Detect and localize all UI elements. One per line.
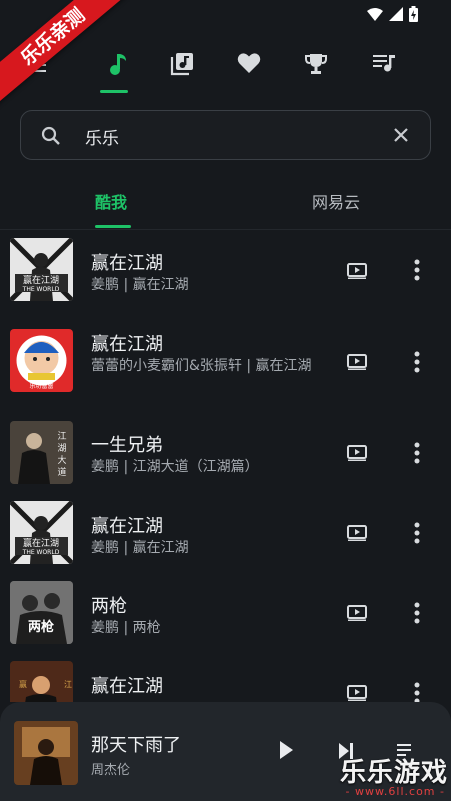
mini-player[interactable]: 那天下雨了 周杰伦 <box>0 702 451 801</box>
svg-text:江: 江 <box>64 680 72 689</box>
song-row[interactable]: 赢 江 赢在江湖 <box>0 652 451 702</box>
queue-icon[interactable] <box>397 742 417 760</box>
song-title: 一生兄弟 <box>91 435 163 456</box>
tab-netease[interactable]: 网易云 <box>312 189 360 213</box>
search-box <box>20 110 431 160</box>
song-row[interactable]: 赢在江湖 THE WORLD 赢在江湖 姜鹏 | 赢在江湖 <box>0 232 451 312</box>
svg-text:赢在江湖: 赢在江湖 <box>23 274 59 286</box>
song-subtitle: 蕾蕾的小麦霸们&张振轩 | 赢在江湖 <box>91 358 312 374</box>
tabs-divider <box>0 229 451 230</box>
playlist-icon <box>373 55 395 72</box>
svg-text:THE WORLD: THE WORLD <box>22 286 60 293</box>
song-list: 赢在江湖 THE WORLD 赢在江湖 姜鹏 | 赢在江湖 乐坊蕾蕾 赢在江湖 … <box>0 232 451 702</box>
song-title: 赢在江湖 <box>91 676 163 697</box>
nav-tab-active-indicator <box>100 90 128 93</box>
nav-tab-library[interactable] <box>160 48 204 94</box>
svg-text:两枪: 两枪 <box>28 619 54 635</box>
status-icons <box>367 6 418 22</box>
trophy-icon <box>305 54 327 74</box>
more-options-icon[interactable] <box>410 441 424 465</box>
more-options-icon[interactable] <box>410 350 424 374</box>
source-tabs: 酷我 网易云 <box>0 175 451 231</box>
clear-search-icon[interactable] <box>392 126 410 144</box>
svg-text:道: 道 <box>57 466 66 478</box>
svg-text:湖: 湖 <box>57 443 66 454</box>
album-cover: 赢 江 <box>10 661 73 702</box>
source-tab-indicator <box>95 225 131 228</box>
wifi-icon <box>367 7 383 21</box>
album-cover: 赢在江湖 THE WORLD <box>10 501 73 564</box>
svg-text:赢在江湖: 赢在江湖 <box>23 537 59 549</box>
song-subtitle: 姜鹏 | 赢在江湖 <box>91 277 189 293</box>
tab-kuwo[interactable]: 酷我 <box>95 189 127 213</box>
nav-tab-music[interactable] <box>96 48 140 94</box>
album-cover: 江 湖 大 道 <box>10 421 73 484</box>
mv-play-icon[interactable] <box>347 354 367 370</box>
album-cover: 乐坊蕾蕾 <box>10 329 73 392</box>
song-row[interactable]: 两枪 两枪 姜鹏 | 两枪 <box>0 572 451 652</box>
song-subtitle: 姜鹏 | 赢在江湖 <box>91 540 189 556</box>
play-icon[interactable] <box>278 740 294 760</box>
song-subtitle: 姜鹏 | 两枪 <box>91 620 161 636</box>
battery-icon <box>409 6 418 22</box>
music-note-icon <box>110 54 126 75</box>
cellular-signal-icon <box>389 7 403 21</box>
more-options-icon[interactable] <box>410 258 424 282</box>
top-nav <box>0 40 451 94</box>
song-title: 两枪 <box>91 596 127 617</box>
song-row[interactable]: 江 湖 大 道 一生兄弟 姜鹏 | 江湖大道（江湖篇） <box>0 412 451 492</box>
mv-play-icon[interactable] <box>347 525 367 541</box>
svg-text:赢: 赢 <box>19 679 27 689</box>
mv-play-icon[interactable] <box>347 685 367 701</box>
song-row[interactable]: 乐坊蕾蕾 赢在江湖 蕾蕾的小麦霸们&张振轩 | 赢在江湖 <box>0 312 451 412</box>
nav-tab-playlists[interactable] <box>362 48 406 94</box>
svg-text:THE WORLD: THE WORLD <box>22 549 60 556</box>
nav-tab-leaderboard[interactable] <box>294 48 338 94</box>
song-subtitle: 姜鹏 | 江湖大道（江湖篇） <box>91 459 259 475</box>
menu-button[interactable] <box>28 55 48 75</box>
more-options-icon[interactable] <box>410 521 424 545</box>
svg-text:乐坊蕾蕾: 乐坊蕾蕾 <box>29 382 53 390</box>
mv-play-icon[interactable] <box>347 263 367 279</box>
album-cover: 两枪 <box>10 581 73 644</box>
nav-tab-favorites[interactable] <box>227 48 271 94</box>
status-bar <box>0 0 451 30</box>
menu-icon <box>28 58 46 72</box>
album-cover: 赢在江湖 THE WORLD <box>10 238 73 301</box>
mv-play-icon[interactable] <box>347 605 367 621</box>
more-options-icon[interactable] <box>410 601 424 625</box>
mv-play-icon[interactable] <box>347 445 367 461</box>
svg-text:江: 江 <box>57 431 66 442</box>
song-title: 赢在江湖 <box>91 253 163 274</box>
song-title: 赢在江湖 <box>91 516 163 537</box>
now-playing-cover <box>14 721 78 785</box>
search-input[interactable] <box>85 123 375 149</box>
search-icon <box>41 126 60 145</box>
song-row[interactable]: 赢在江湖 THE WORLD 赢在江湖 姜鹏 | 赢在江湖 <box>0 492 451 572</box>
now-playing-artist: 周杰伦 <box>91 763 131 778</box>
heart-icon <box>237 53 261 73</box>
more-options-icon[interactable] <box>410 681 424 702</box>
album-library-icon <box>170 53 193 76</box>
now-playing-title: 那天下雨了 <box>91 735 181 756</box>
next-track-icon[interactable] <box>338 742 354 760</box>
svg-text:大: 大 <box>57 454 66 466</box>
song-title: 赢在江湖 <box>91 334 163 355</box>
